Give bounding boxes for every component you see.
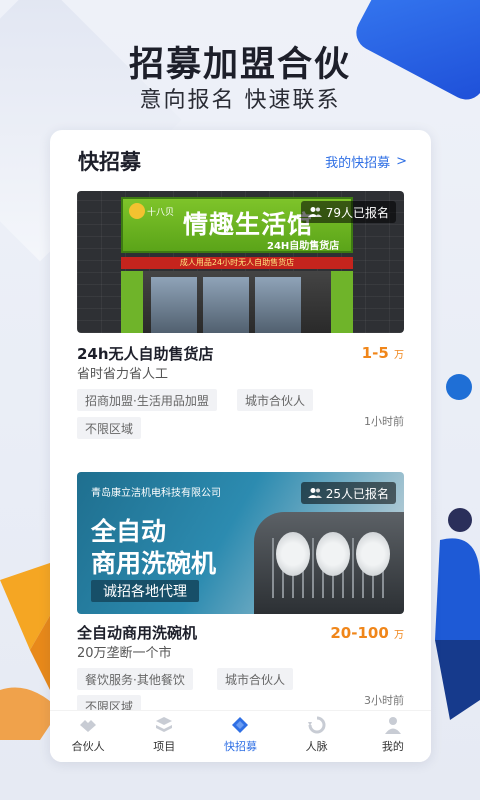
job-time: 1小时前: [364, 415, 404, 428]
bottom-tab-bar: 合伙人 项目 快招募 人脉 我的: [50, 710, 431, 762]
company-name: 青岛康立洁机电科技有限公司: [91, 488, 221, 499]
job-name: 24h无人自助售货店: [77, 345, 214, 363]
layers-icon: [156, 717, 173, 732]
job-image: 青岛康立洁机电科技有限公司 全自动 商用洗碗机 诚招各地代理 25人已报名: [77, 472, 404, 614]
signup-count-badge: 25人已报名: [300, 482, 396, 504]
tab-quick-recruit[interactable]: 快招募: [205, 715, 275, 754]
job-time: 3小时前: [364, 694, 404, 707]
brand-logo-icon: [129, 203, 145, 219]
ad-headline-1: 全自动: [91, 517, 167, 546]
job-image: 十八贝 情趣生活馆 24H自助售货店 成人用品24小时无人自助售货店 79人已报…: [77, 191, 404, 333]
shop-front: [121, 271, 353, 333]
hero-subtitle: 意向报名 快速联系: [139, 88, 341, 113]
tab-projects[interactable]: 项目: [129, 715, 199, 754]
ad-headline-2: 商用洗碗机: [91, 549, 217, 578]
refresh-icon: [307, 716, 326, 734]
diamond-icon: [232, 717, 249, 733]
tab-me[interactable]: 我的: [358, 715, 428, 754]
brand-sub-text: 24H自助售货店: [267, 241, 340, 252]
dishwasher-illustration: [254, 512, 404, 614]
chevron-right-icon: >: [396, 153, 407, 169]
signup-count: 79人已报名: [325, 205, 389, 220]
recruit-card: 快招募 我的快招募 > 十八贝 情趣生活馆 24H自助售货店 成人用品24小时无…: [50, 130, 431, 762]
job-tag: 城市合伙人: [217, 668, 294, 690]
shop-band-text: 成人用品24小时无人自助售货店: [121, 257, 353, 269]
my-recruit-link[interactable]: 我的快招募 >: [325, 152, 407, 171]
job-item[interactable]: 十八贝 情趣生活馆 24H自助售货店 成人用品24小时无人自助售货店 79人已报…: [77, 191, 404, 441]
job-description: 省时省力省人工: [77, 367, 169, 382]
handshake-icon: [80, 720, 97, 732]
tab-partner[interactable]: 合伙人: [53, 715, 123, 754]
brand-small-text: 十八贝: [147, 208, 175, 218]
my-recruit-link-label: 我的快招募: [325, 155, 391, 171]
signup-count-badge: 79人已报名: [300, 201, 396, 223]
job-item[interactable]: 青岛康立洁机电科技有限公司 全自动 商用洗碗机 诚招各地代理 25人已报名 全自…: [77, 472, 404, 717]
job-description: 20万垄断一个市: [77, 646, 172, 661]
job-tag: 招商加盟·生活用品加盟: [77, 389, 217, 411]
hero-title: 招募加盟合伙: [128, 45, 351, 85]
people-icon: [307, 207, 322, 217]
job-name: 全自动商用洗碗机: [77, 624, 198, 642]
brand-big-text: 情趣生活馆: [183, 210, 314, 239]
tab-contacts[interactable]: 人脉: [282, 715, 352, 754]
card-header: 快招募 我的快招募 >: [78, 146, 407, 176]
decorative-dot: [446, 374, 472, 400]
signup-count: 25人已报名: [325, 486, 389, 501]
ad-pill: 诚招各地代理: [91, 580, 199, 602]
job-salary: 1-5 万: [361, 344, 404, 362]
card-title: 快招募: [78, 150, 141, 174]
job-tag: 餐饮服务·其他餐饮: [77, 668, 193, 690]
job-tag: 城市合伙人: [237, 389, 314, 411]
people-icon: [307, 488, 322, 498]
job-tag: 不限区域: [77, 417, 142, 439]
person-icon: [384, 717, 401, 734]
job-salary: 20-100 万: [330, 624, 404, 642]
